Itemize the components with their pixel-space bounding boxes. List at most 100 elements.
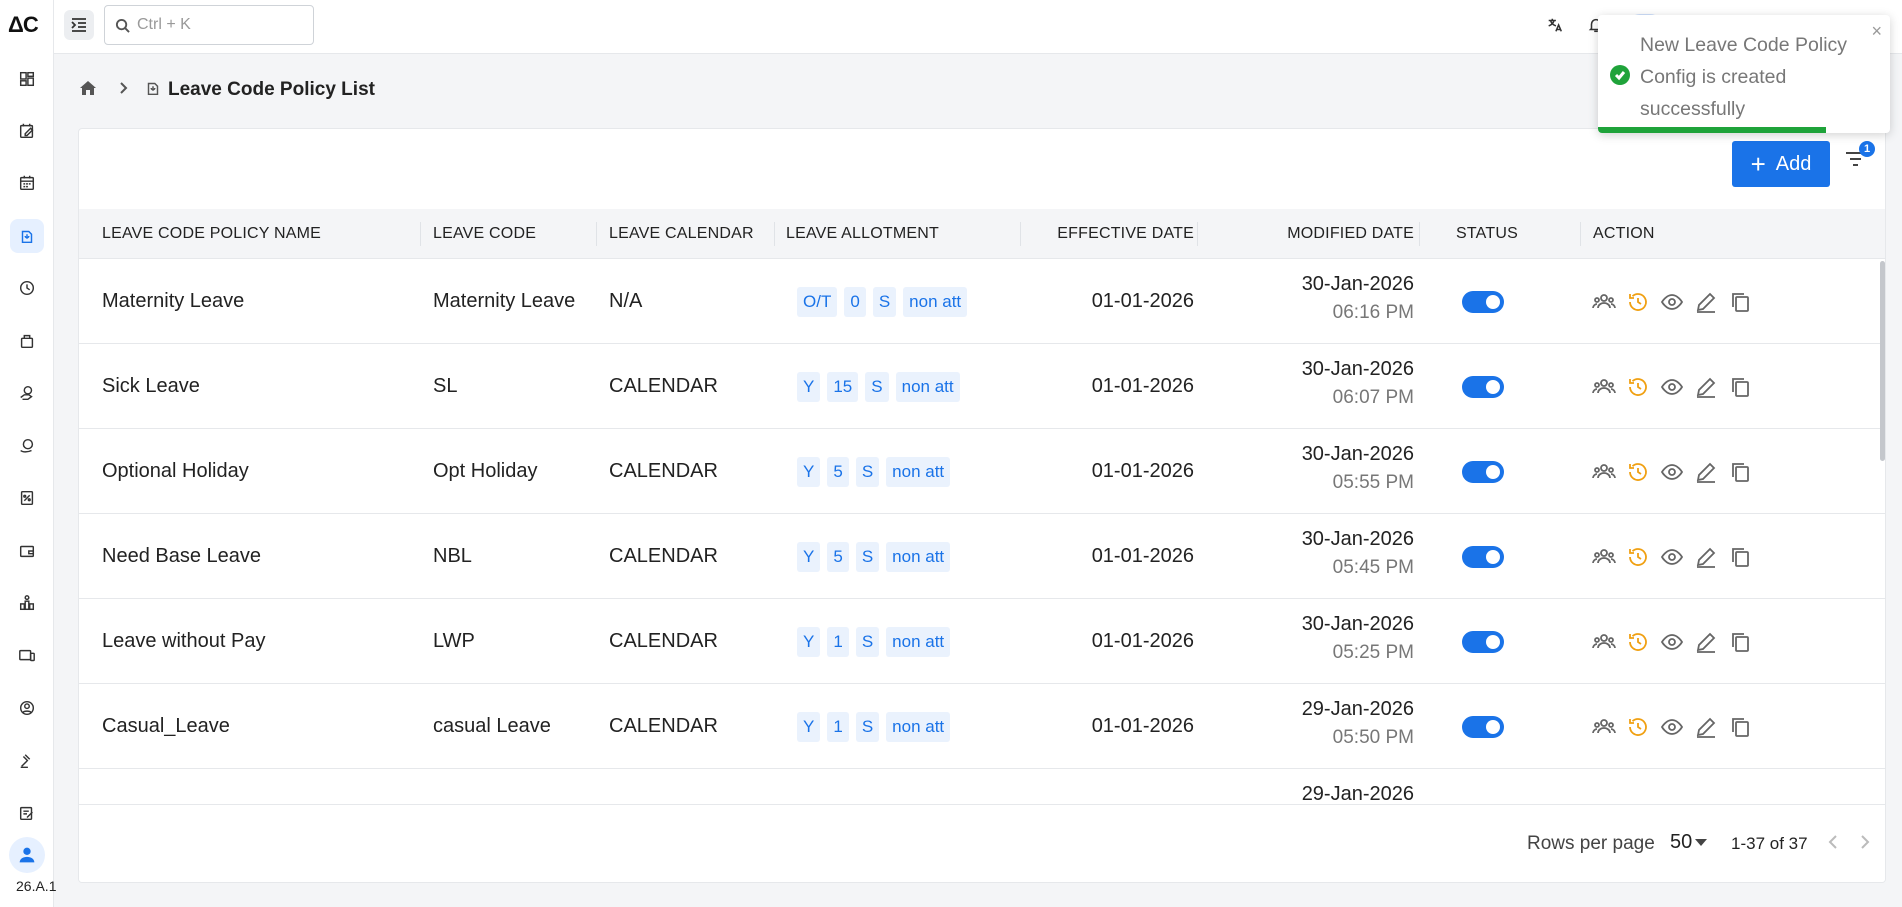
edit-icon[interactable] — [1693, 714, 1719, 740]
modified-date: 29-Jan-2026 — [1301, 783, 1414, 804]
legal-nav-icon[interactable] — [10, 744, 44, 778]
table-row[interactable]: Optional Holiday Opt Holiday CALENDAR Y 5 Sno… — [79, 429, 1885, 514]
toggle-knob — [1486, 634, 1500, 649]
copy-icon[interactable] — [1727, 714, 1753, 740]
prev-page-button[interactable] — [1825, 833, 1845, 857]
copy-icon[interactable] — [1727, 544, 1753, 570]
table-scrollbar[interactable] — [1880, 261, 1885, 461]
coins-nav-icon[interactable] — [10, 429, 44, 463]
column-separator — [596, 222, 597, 246]
calendar-nav-icon[interactable] — [10, 166, 44, 200]
assign-users-icon[interactable] — [1591, 714, 1617, 740]
col-leave-allotment[interactable]: LEAVE ALLOTMENT — [786, 209, 939, 259]
allotment-chip: non att — [886, 541, 951, 572]
edit-icon[interactable] — [1693, 629, 1719, 655]
assign-users-icon[interactable] — [1591, 544, 1617, 570]
edit-icon[interactable] — [1693, 459, 1719, 485]
profile-nav-icon[interactable] — [10, 691, 44, 725]
forms-nav-icon[interactable] — [10, 796, 44, 830]
user-avatar[interactable] — [9, 837, 45, 873]
copy-icon[interactable] — [1727, 459, 1753, 485]
view-icon[interactable] — [1659, 289, 1685, 315]
table-row[interactable]: Sick Leave SL CALENDAR Y 15 Snon att 01-01-202… — [79, 344, 1885, 429]
status-toggle[interactable] — [1462, 460, 1504, 483]
cell-effective-date: 01-01-2026 — [1091, 715, 1194, 737]
column-separator — [1197, 222, 1198, 246]
leave-policy-nav-icon[interactable] — [10, 219, 44, 253]
col-leave-code[interactable]: LEAVE CODE — [433, 209, 536, 259]
edit-icon[interactable] — [1693, 544, 1719, 570]
status-toggle[interactable] — [1462, 630, 1504, 653]
calendar-icon — [19, 175, 35, 191]
history-icon[interactable] — [1625, 459, 1651, 485]
copy-icon[interactable] — [1727, 629, 1753, 655]
assign-users-icon[interactable] — [1591, 374, 1617, 400]
col-action[interactable]: ACTION — [1593, 209, 1655, 259]
table-row[interactable]: Need Base Leave NBL CALENDAR Y 5 Snon att 01-0… — [79, 514, 1885, 599]
column-separator — [420, 222, 421, 246]
org-nav-icon[interactable] — [10, 586, 44, 620]
app-logo[interactable]: ΔC — [8, 12, 39, 38]
status-toggle[interactable] — [1462, 290, 1504, 313]
assign-users-icon[interactable] — [1591, 629, 1617, 655]
time-nav-icon[interactable] — [10, 271, 44, 305]
rows-per-page-select[interactable]: 50 — [1670, 831, 1708, 854]
modified-time: 05:45 PM — [1332, 557, 1414, 578]
table-row[interactable]: Leave without Pay LWP CALENDAR Y 1 Snon att 01… — [79, 599, 1885, 684]
search-box[interactable] — [104, 5, 314, 45]
col-leave-calendar[interactable]: LEAVE CALENDAR — [609, 209, 754, 259]
devices-nav-icon[interactable] — [10, 639, 44, 673]
modified-date: 30-Jan-2026 — [1301, 613, 1414, 635]
cell-effective-date: 01-01-2026 — [1091, 290, 1194, 312]
edit-icon[interactable] — [1693, 289, 1719, 315]
filter-button[interactable]: 1 — [1843, 141, 1875, 175]
copy-icon[interactable] — [1727, 374, 1753, 400]
status-toggle[interactable] — [1462, 715, 1504, 738]
table-row[interactable]: Maternity Leave Maternity Leave N/A O/T 0 Sno… — [79, 259, 1885, 344]
translate-button[interactable] — [1544, 14, 1566, 36]
notes-nav-icon[interactable] — [10, 114, 44, 148]
history-icon[interactable] — [1625, 289, 1651, 315]
cell-leave-code: Opt Holiday — [433, 460, 538, 482]
history-icon[interactable] — [1625, 629, 1651, 655]
view-icon[interactable] — [1659, 374, 1685, 400]
assign-users-icon[interactable] — [1591, 459, 1617, 485]
modified-date: 30-Jan-2026 — [1301, 273, 1414, 295]
view-icon[interactable] — [1659, 629, 1685, 655]
history-icon[interactable] — [1625, 714, 1651, 740]
history-icon[interactable] — [1625, 544, 1651, 570]
table-row[interactable]: Casual_Leave casual Leave CALENDAR Y 1 Snon a… — [79, 684, 1885, 769]
modified-time: 05:55 PM — [1332, 472, 1414, 493]
col-status[interactable]: STATUS — [1456, 209, 1518, 259]
status-toggle[interactable] — [1462, 545, 1504, 568]
left-rail: ΔC 26.A.1 — [0, 0, 56, 907]
table-row[interactable]: 29-Jan-2026 — [79, 769, 1885, 804]
report-nav-icon[interactable] — [10, 481, 44, 515]
view-icon[interactable] — [1659, 459, 1685, 485]
payroll-nav-icon[interactable] — [10, 376, 44, 410]
view-icon[interactable] — [1659, 544, 1685, 570]
close-icon[interactable]: × — [1871, 21, 1882, 42]
copy-icon[interactable] — [1727, 289, 1753, 315]
wallet-nav-icon[interactable] — [10, 534, 44, 568]
add-button[interactable]: + Add — [1732, 141, 1830, 187]
home-icon[interactable] — [78, 78, 98, 103]
edit-calendar-icon — [19, 123, 34, 139]
bag-nav-icon[interactable] — [10, 324, 44, 358]
allotment-chip: non att — [903, 286, 968, 317]
cell-leave-code: LWP — [433, 630, 475, 652]
history-icon[interactable] — [1625, 374, 1651, 400]
view-icon[interactable] — [1659, 714, 1685, 740]
col-effective-date[interactable]: EFFECTIVE DATE — [1050, 209, 1194, 259]
modified-time: 06:07 PM — [1332, 387, 1414, 408]
edit-icon[interactable] — [1693, 374, 1719, 400]
search-input[interactable] — [137, 16, 297, 34]
col-policy-name[interactable]: LEAVE CODE POLICY NAME — [102, 209, 321, 259]
col-modified-date[interactable]: MODIFIED DATE — [1229, 209, 1414, 259]
next-page-button[interactable] — [1855, 833, 1875, 857]
status-toggle[interactable] — [1462, 375, 1504, 398]
menu-toggle-button[interactable] — [64, 10, 94, 40]
dashboard-nav-icon[interactable] — [10, 62, 44, 96]
assign-users-icon[interactable] — [1591, 289, 1617, 315]
allotment-chip: S — [855, 711, 880, 742]
